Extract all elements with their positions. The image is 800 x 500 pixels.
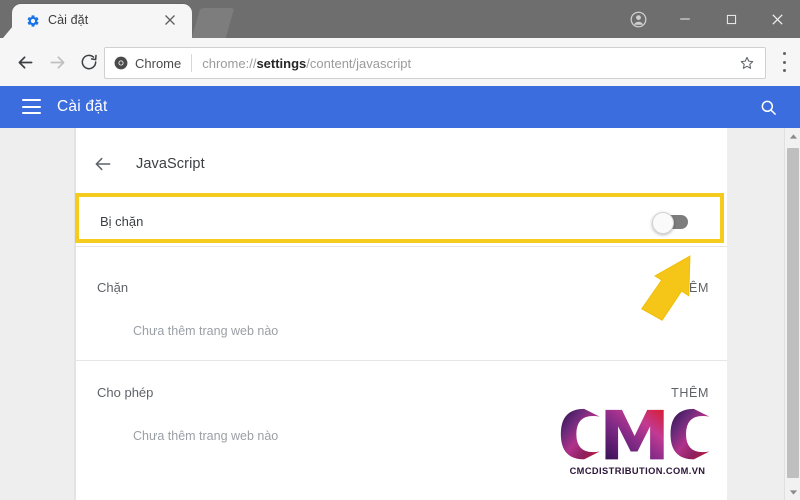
minimize-button[interactable] [662, 0, 708, 38]
blocked-add-button[interactable]: THÊM [671, 281, 709, 295]
cmc-watermark-url: CMCDISTRIBUTION.COM.VN [569, 466, 706, 476]
toggle-knob [652, 212, 674, 234]
close-button[interactable] [754, 0, 800, 38]
settings-title: Cài đặt [57, 98, 108, 115]
settings-header-bar: Cài đặt [0, 86, 800, 128]
page-header: JavaScript [76, 140, 727, 188]
security-chip-label: Chrome [135, 55, 182, 71]
browser-titlebar: Cài đặt [0, 0, 800, 38]
search-icon[interactable] [759, 98, 778, 117]
url-bold: settings [256, 55, 307, 71]
address-bar[interactable]: Chrome chrome://settings/content/javascr… [104, 47, 766, 79]
cmc-watermark: CMCDISTRIBUTION.COM.VN [555, 402, 720, 488]
hamburger-line [22, 105, 41, 108]
gear-icon [26, 14, 40, 28]
menu-dot [782, 69, 786, 72]
chrome-logo-icon [114, 56, 128, 70]
browser-tab-settings[interactable]: Cài đặt [12, 4, 192, 38]
hamburger-line [22, 99, 41, 101]
maximize-button[interactable] [708, 0, 754, 38]
back-button[interactable] [12, 49, 38, 75]
cmc-logo-icon [560, 408, 710, 460]
url-text: chrome://settings/content/javascript [202, 56, 411, 71]
row-divider [76, 360, 727, 361]
javascript-toggle-row[interactable]: Bị chặn [75, 193, 724, 243]
hamburger-line [22, 112, 41, 114]
toggle-row-label: Bị chặn [100, 214, 144, 229]
scroll-down-arrow-icon[interactable] [785, 484, 800, 500]
page-title: JavaScript [136, 156, 205, 172]
forward-button[interactable] [44, 49, 70, 75]
back-arrow-icon[interactable] [92, 153, 114, 175]
security-chip[interactable]: Chrome [105, 48, 191, 78]
vertical-scrollbar[interactable] [784, 128, 800, 500]
tab-title: Cài đặt [48, 13, 89, 27]
hamburger-menu-icon[interactable] [22, 99, 41, 114]
window-controls [616, 0, 800, 38]
browser-menu-button[interactable] [775, 52, 793, 72]
blocked-empty-text: Chưa thêm trang web nào [133, 324, 279, 338]
close-icon[interactable] [162, 12, 178, 28]
blocked-section: Chặn THÊM Chưa thêm trang web nào [76, 268, 727, 368]
menu-dot [782, 52, 786, 55]
scroll-up-arrow-icon[interactable] [785, 128, 800, 144]
tab-strip-empty-area[interactable] [191, 8, 235, 38]
javascript-toggle-switch[interactable] [652, 212, 688, 234]
allowed-empty-text: Chưa thêm trang web nào [133, 429, 279, 443]
row-divider [76, 246, 727, 247]
scrollbar-thumb[interactable] [787, 148, 799, 478]
browser-toolbar: Chrome chrome://settings/content/javascr… [0, 38, 800, 87]
settings-content: JavaScript Bị chặn Chặn THÊM Chưa thêm t… [0, 128, 800, 500]
reload-button[interactable] [76, 49, 102, 75]
profile-icon[interactable] [616, 0, 660, 38]
settings-card: JavaScript Bị chặn Chặn THÊM Chưa thêm t… [75, 128, 727, 500]
browser-window: Cài đặt Chrome chrome://settings/content… [0, 0, 800, 500]
allowed-section-heading: Cho phép [97, 385, 154, 400]
url-prefix: chrome:// [202, 55, 257, 71]
allowed-add-button[interactable]: THÊM [671, 386, 709, 400]
url-suffix: /content/javascript [306, 55, 412, 71]
bookmark-star-icon[interactable] [739, 55, 755, 71]
menu-dot [782, 60, 786, 64]
omnibox-divider [191, 54, 193, 72]
blocked-section-heading: Chặn [97, 280, 129, 295]
